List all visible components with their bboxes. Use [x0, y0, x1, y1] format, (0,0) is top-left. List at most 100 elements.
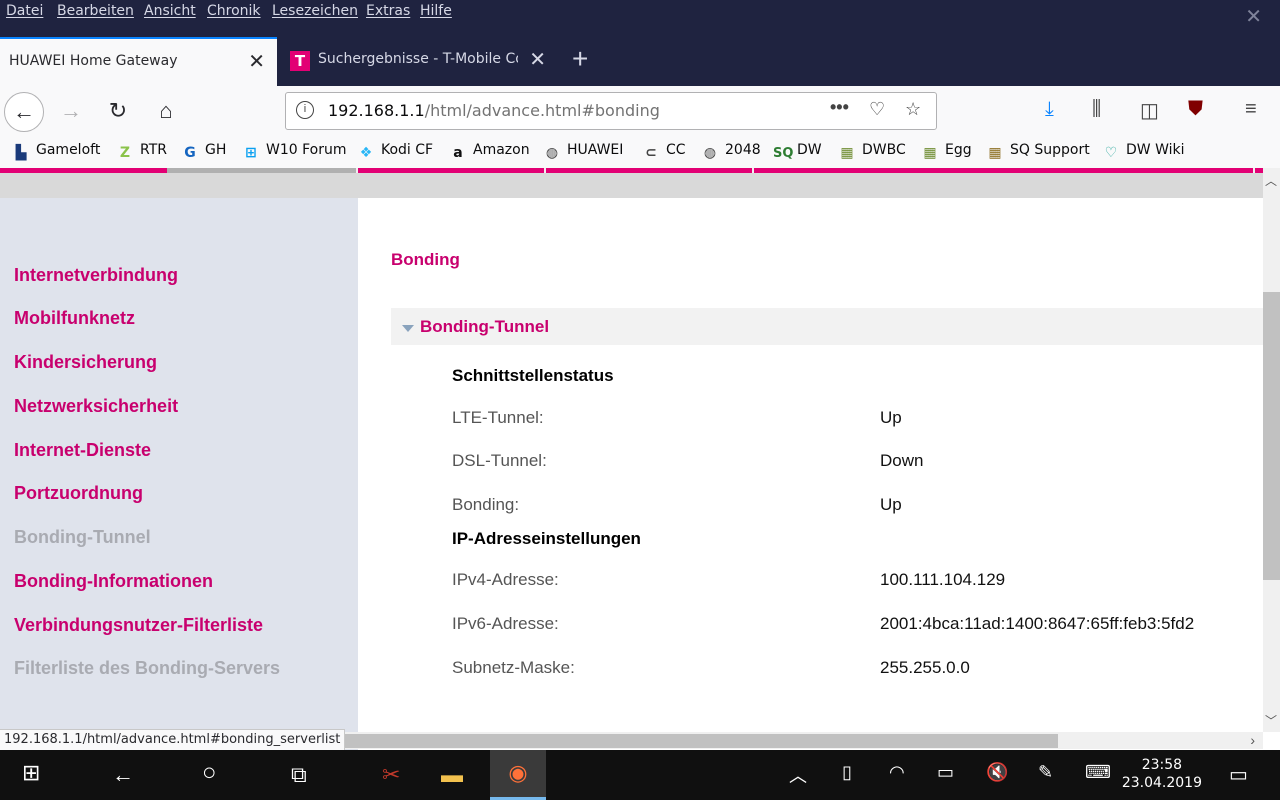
start-windows-icon[interactable]: ⊞ — [22, 760, 40, 786]
bookmarks-toolbar: ▙ Gameloft Z RTR G GH ⊞ W10 Forum ❖ Kodi CF a… — [0, 136, 1280, 168]
back-arrow-icon[interactable]: ← — [112, 762, 134, 788]
cortana-circle-icon[interactable]: ○ — [202, 759, 217, 787]
new-tab-icon[interactable]: + — [572, 43, 588, 75]
firefox-taskbar-icon[interactable]: ◉ — [490, 750, 546, 800]
home-button[interactable]: ⌂ — [149, 94, 183, 128]
menu-datei[interactable]: Datei — [6, 3, 43, 19]
wifi-icon[interactable]: ◠ — [889, 762, 905, 783]
menu-chronik[interactable]: Chronik — [207, 3, 261, 19]
bookmark-kodi-cf[interactable]: ❖ Kodi CF — [357, 142, 433, 162]
url-bar[interactable]: i 192.168.1.1/html/advance.html#bonding … — [285, 92, 937, 130]
sidebar-item-internetverbindung[interactable]: Internetverbindung — [14, 265, 178, 286]
scroll-down-icon[interactable]: ﹀ — [1265, 712, 1277, 729]
sidebar-icon[interactable]: ◫ — [1140, 98, 1159, 123]
tab-huawei[interactable]: HUAWEI Home Gateway ✕ — [0, 37, 277, 86]
paint-app-icon[interactable]: ✂ — [382, 762, 400, 788]
tab-close-icon[interactable]: ✕ — [529, 47, 546, 71]
usb-device-icon[interactable]: ▯ — [842, 762, 852, 783]
bookmark-sq-support[interactable]: ▦ SQ Support — [986, 142, 1089, 162]
status-link-preview: 192.168.1.1/html/advance.html#bonding_se… — [0, 729, 346, 751]
bookmark-rtr[interactable]: Z RTR — [116, 142, 167, 162]
sidebar-item-bonding-server-filterliste[interactable]: Filterliste des Bonding-Servers — [14, 658, 280, 679]
game-icon: ▦ — [923, 145, 937, 161]
taskbar-clock[interactable]: 23:58 23.04.2019 — [1122, 756, 1202, 792]
tab-close-icon[interactable]: ✕ — [248, 49, 265, 73]
scroll-up-icon[interactable]: ︿ — [1265, 172, 1277, 189]
bookmark-dw-wiki[interactable]: ♡ DW Wiki — [1102, 142, 1185, 162]
nav-bar: ← → ↻ ⌂ i 192.168.1.1/html/advance.html#… — [0, 86, 1280, 136]
menu-lesezeichen[interactable]: Lesezeichen — [272, 3, 358, 19]
bookmark-amazon[interactable]: a Amazon — [449, 142, 529, 162]
window-close-icon[interactable]: ✕ — [1245, 4, 1262, 28]
section-header-bonding-tunnel[interactable]: Bonding-Tunnel — [391, 308, 1263, 345]
page-actions-icon[interactable]: ••• — [830, 97, 849, 118]
group-heading-interface-status: Schnittstellenstatus — [452, 366, 614, 385]
menu-ansicht[interactable]: Ansicht — [144, 3, 196, 19]
bookmark-egg[interactable]: ▦ Egg — [921, 142, 971, 162]
scroll-thumb[interactable] — [338, 734, 1058, 748]
bookmark-huawei[interactable]: ◍ HUAWEI — [543, 142, 624, 162]
pocket-icon[interactable]: ♡ — [869, 99, 885, 120]
section-title: Bonding-Tunnel — [420, 317, 550, 336]
row-label: LTE-Tunnel: — [452, 408, 544, 427]
vertical-scrollbar[interactable]: ︿ ﹀ — [1263, 168, 1280, 732]
bookmark-2048[interactable]: ◍ 2048 — [701, 142, 761, 162]
bookmark-gameloft[interactable]: ▙ Gameloft — [12, 142, 101, 162]
scroll-right-icon[interactable]: › — [1250, 732, 1255, 748]
sidebar-item-kindersicherung[interactable]: Kindersicherung — [14, 352, 157, 373]
ublock-icon[interactable]: ⛊ — [1188, 98, 1203, 121]
row-value: 100.111.104.129 — [880, 570, 1006, 589]
sidebar-item-bonding-informationen[interactable]: Bonding-Informationen — [14, 571, 213, 592]
show-hidden-icons-icon[interactable]: ︿ — [789, 762, 807, 788]
menu-hilfe[interactable]: Hilfe — [420, 3, 452, 19]
row-value: Up — [880, 408, 902, 427]
windows-icon: ⊞ — [245, 145, 257, 161]
bookmark-dwbc[interactable]: ▦ DWBC — [838, 142, 905, 162]
sidebar-item-internet-dienste[interactable]: Internet-Dienste — [14, 440, 151, 461]
menu-bearbeiten[interactable]: Bearbeiten — [57, 3, 134, 19]
clock-time: 23:58 — [1141, 757, 1183, 773]
reload-button[interactable]: ↻ — [101, 94, 135, 128]
menu-extras[interactable]: Extras — [366, 3, 410, 19]
sidebar-item-netzwerksicherheit[interactable]: Netzwerksicherheit — [14, 396, 178, 417]
heart-icon: ♡ — [1104, 145, 1118, 161]
pen-icon[interactable]: ✎ — [1038, 762, 1053, 783]
tab-title: HUAWEI Home Gateway — [9, 53, 178, 69]
game-icon: ▦ — [988, 145, 1002, 161]
url-text[interactable]: 192.168.1.1/html/advance.html#bonding — [328, 101, 660, 120]
row-label: Bonding: — [452, 495, 520, 514]
bookmark-gh[interactable]: G GH — [181, 142, 226, 162]
library-icon[interactable]: ⫼ — [1092, 98, 1101, 121]
telekom-logo-icon: T — [290, 51, 310, 71]
tab-tmobile[interactable]: T Suchergebnisse - T-Mobile Co ✕ — [278, 37, 560, 86]
tab-bar: HUAWEI Home Gateway ✕ T Suchergebnisse -… — [0, 37, 1280, 86]
scroll-thumb[interactable] — [1263, 292, 1280, 580]
bookmark-star-icon[interactable]: ☆ — [905, 99, 921, 120]
back-button[interactable]: ← — [4, 92, 44, 132]
menu-hamburger-icon[interactable]: ≡ — [1245, 98, 1257, 121]
row-value: 2001:4bca:11ad:1400:8647:65ff:feb3:5fd2 — [880, 614, 1195, 633]
group-heading-ip-settings: IP-Adresseinstellungen — [452, 529, 641, 548]
sidebar-item-portzuordnung[interactable]: Portzuordnung — [14, 483, 143, 504]
page-title: Bonding — [391, 250, 460, 269]
volume-muted-icon[interactable]: 🔇 — [986, 762, 1008, 783]
bookmark-cc[interactable]: ⊂ CC — [642, 142, 685, 162]
keyboard-icon[interactable]: ⌨ — [1085, 762, 1111, 783]
collapse-triangle-icon[interactable] — [402, 325, 414, 332]
sidebar-item-mobilfunknetz[interactable]: Mobilfunknetz — [14, 308, 135, 329]
bookmark-w10-forum[interactable]: ⊞ W10 Forum — [242, 142, 346, 162]
sidebar-item-bonding-tunnel[interactable]: Bonding-Tunnel — [14, 527, 151, 548]
gh-icon: G — [184, 145, 196, 161]
amazon-icon: a — [453, 145, 463, 161]
task-view-icon[interactable]: ⧉ — [291, 762, 307, 788]
forward-button[interactable]: → — [54, 94, 88, 128]
bookmark-dw[interactable]: SQ DW — [773, 142, 822, 163]
file-explorer-icon[interactable]: ▬ — [441, 762, 463, 788]
rtr-icon: Z — [119, 145, 131, 161]
battery-icon[interactable]: ▭ — [937, 762, 954, 783]
notifications-icon[interactable]: ▭ — [1229, 762, 1248, 787]
main-content: Bonding Bonding-Tunnel Schnittstellensta… — [358, 205, 1263, 750]
info-icon[interactable]: i — [296, 101, 314, 119]
sidebar-item-verbindungsnutzer-filterliste[interactable]: Verbindungsnutzer-Filterliste — [14, 615, 263, 636]
download-icon[interactable]: ⤓ — [1045, 98, 1054, 121]
